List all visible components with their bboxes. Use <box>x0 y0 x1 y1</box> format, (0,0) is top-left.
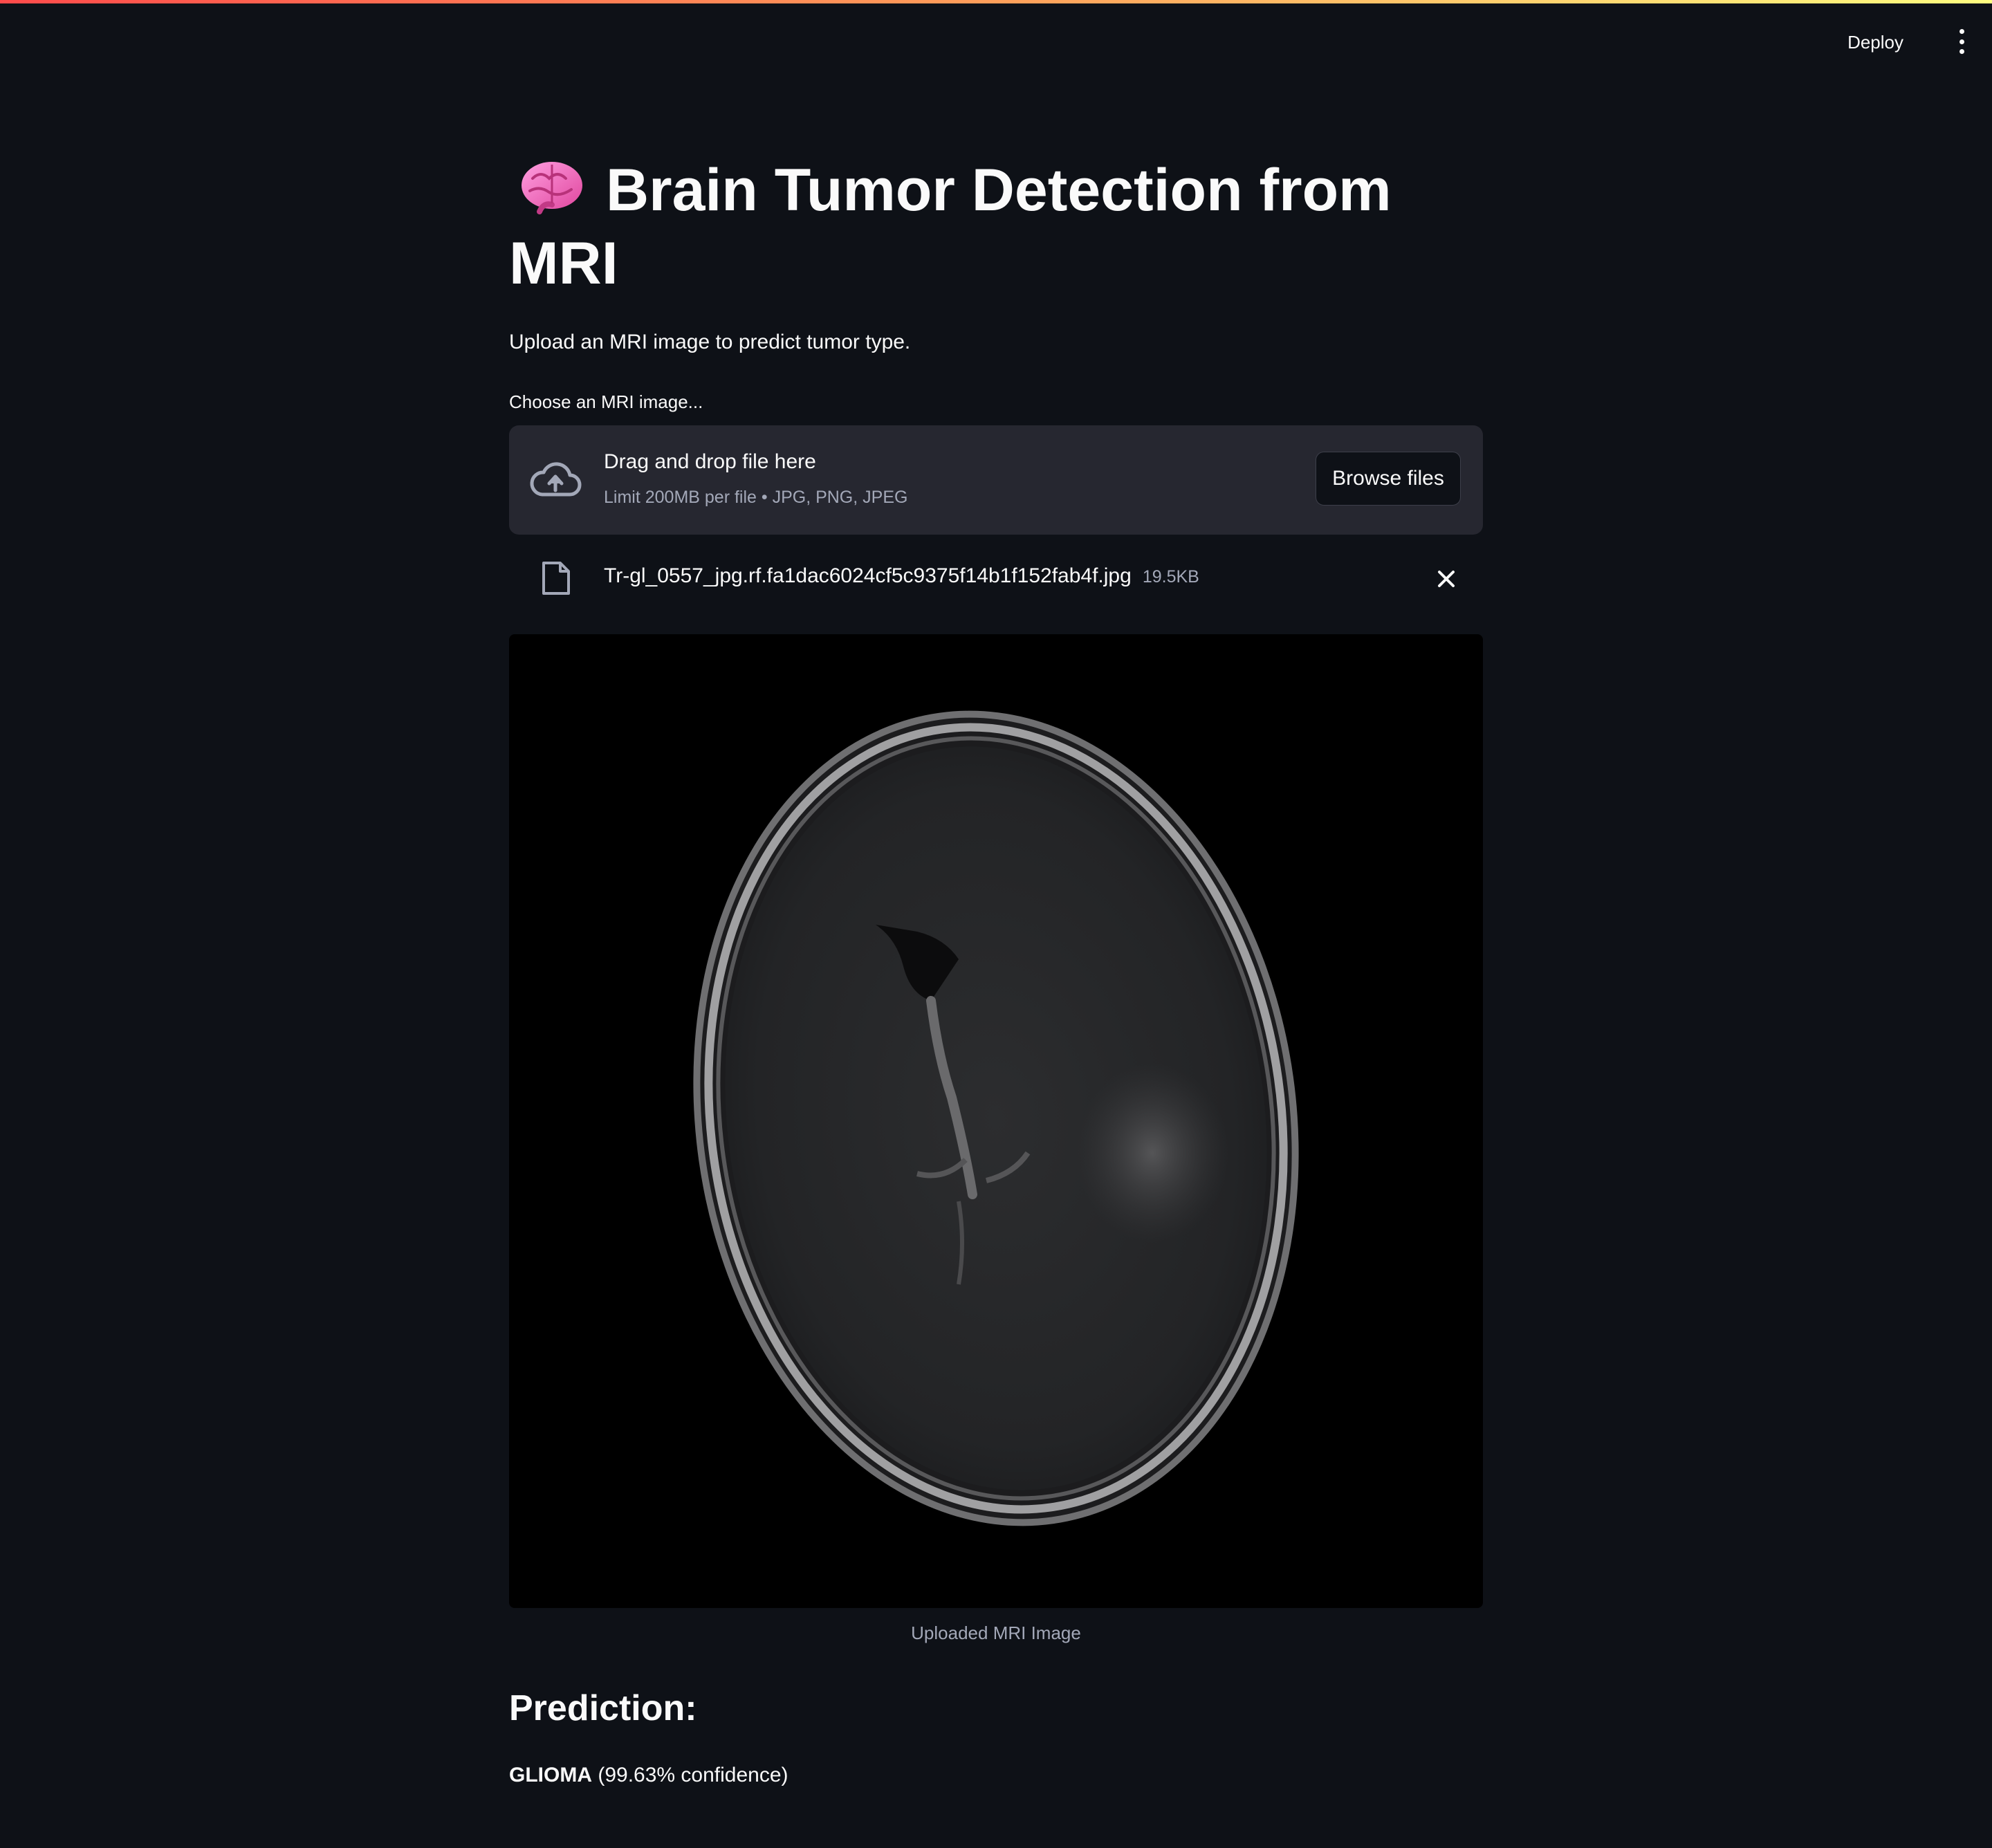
prediction-heading: Prediction: <box>509 1688 697 1728</box>
page-title-text: Brain Tumor Detection from MRI <box>509 157 1392 297</box>
mri-image <box>509 634 1483 1608</box>
prediction-confidence: (99.63% confidence) <box>598 1764 788 1786</box>
prediction-label: GLIOMA <box>509 1764 592 1786</box>
uploader-label: Choose an MRI image... <box>509 391 703 412</box>
close-icon[interactable] <box>1435 567 1458 591</box>
deploy-button[interactable]: Deploy <box>1839 28 1912 57</box>
image-caption: Uploaded MRI Image <box>911 1623 1081 1643</box>
vertical-dots-icon[interactable] <box>1952 29 1971 54</box>
file-icon <box>542 562 570 595</box>
dropzone-limit: Limit 200MB per file • JPG, PNG, JPEG <box>604 488 908 507</box>
uploaded-file-row: Tr-gl_0557_jpg.rf.fa1dac6024cf5c9375f14b… <box>509 553 1483 603</box>
file-name: Tr-gl_0557_jpg.rf.fa1dac6024cf5c9375f14b… <box>604 564 1132 587</box>
file-size: 19.5KB <box>1142 567 1199 586</box>
page-title: Brain Tumor Detection from MRI <box>509 154 1408 300</box>
browse-files-button[interactable]: Browse files <box>1316 452 1461 506</box>
brain-icon <box>519 158 585 216</box>
file-dropzone[interactable]: Drag and drop file here Limit 200MB per … <box>509 425 1483 535</box>
page-subtitle: Upload an MRI image to predict tumor typ… <box>509 331 911 353</box>
app-header: Deploy <box>0 0 1992 83</box>
dropzone-title: Drag and drop file here <box>604 450 816 473</box>
cloud-upload-icon <box>530 462 582 497</box>
file-info: Tr-gl_0557_jpg.rf.fa1dac6024cf5c9375f14b… <box>604 564 1199 588</box>
prediction-result: GLIOMA (99.63% confidence) <box>509 1764 788 1787</box>
